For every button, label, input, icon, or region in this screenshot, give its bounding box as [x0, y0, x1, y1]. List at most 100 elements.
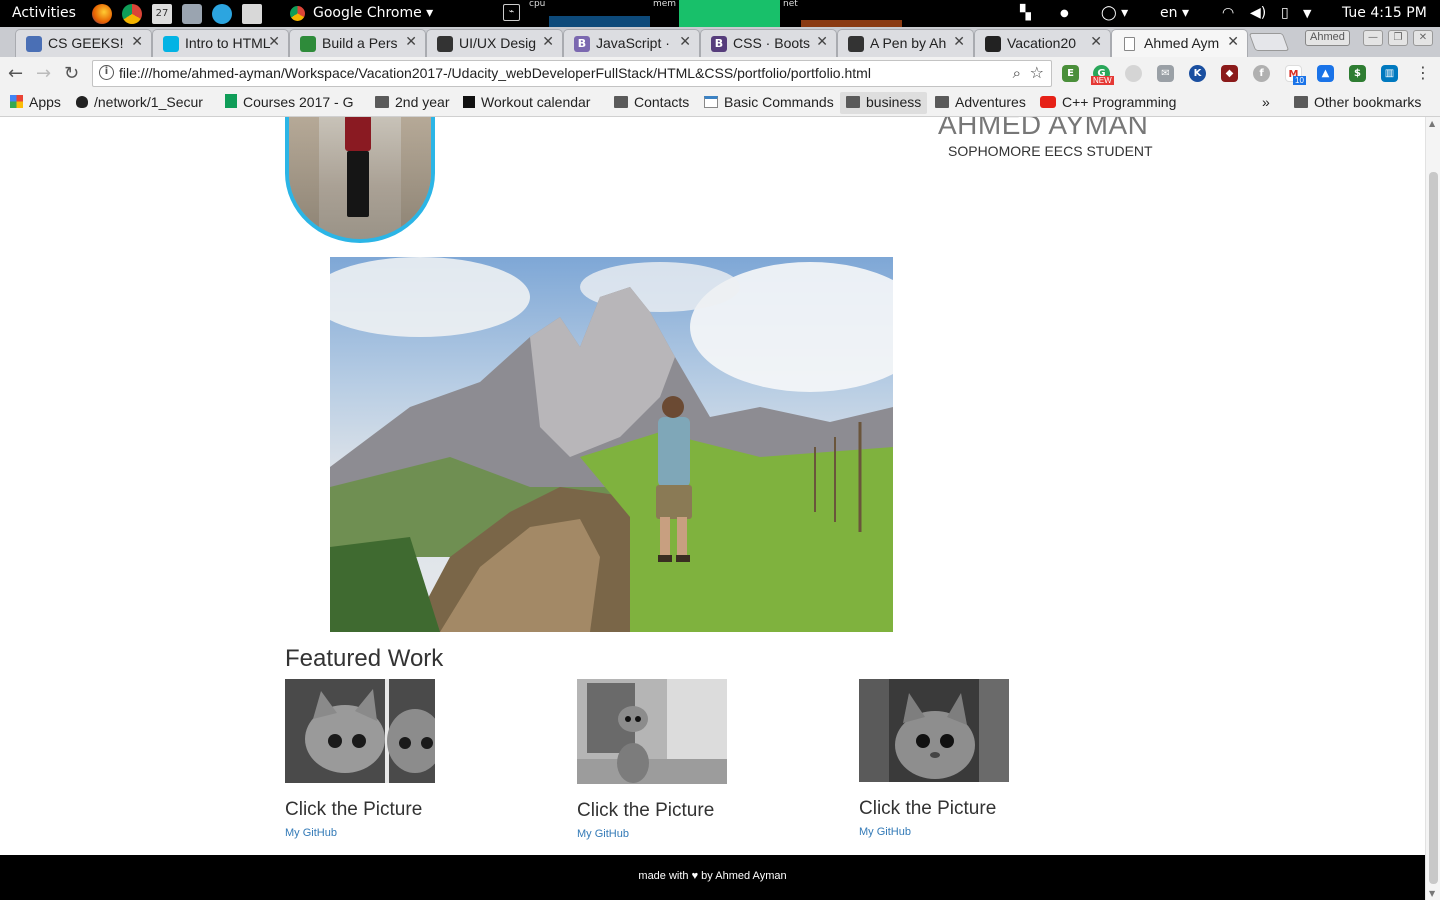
battery-icon[interactable]: ▯: [1281, 5, 1289, 21]
bookmarks-overflow-chevron-icon[interactable]: »: [1256, 92, 1276, 114]
scrollbar-thumb[interactable]: [1429, 172, 1438, 884]
workspace-indicator-icon[interactable]: ▚: [1020, 5, 1031, 21]
bookmark-workout-calendar[interactable]: Workout calendar: [457, 92, 605, 114]
tab-ui-ux-design[interactable]: UI/UX Desig ✕: [426, 29, 563, 57]
scroll-down-arrow-icon[interactable]: ▼: [1429, 889, 1435, 898]
workout-page-icon: [463, 96, 475, 108]
tab-title: CSS · Boots: [733, 35, 811, 51]
tab-favicon-icon: [163, 36, 179, 52]
browser-toolbar: ← → ↻ i file:///home/ahmed-ayman/Workspa…: [0, 57, 1440, 90]
extension-money-icon[interactable]: $: [1349, 65, 1366, 82]
tab-css-bootstrap[interactable]: B CSS · Boots ✕: [700, 29, 837, 57]
tab-favicon-icon: [300, 36, 316, 52]
bookmark-network-security[interactable]: /network/1_Secur: [70, 92, 218, 114]
bookmark-label: /network/1_Secur: [94, 94, 203, 110]
work-github-link[interactable]: My GitHub: [577, 828, 727, 840]
extension-k-icon[interactable]: K: [1189, 65, 1206, 82]
system-menu-chevron-icon[interactable]: ▼: [1303, 7, 1311, 20]
tab-close-icon[interactable]: ✕: [953, 34, 965, 50]
app-menu[interactable]: Google Chrome ▾: [313, 5, 433, 21]
address-bar-url[interactable]: file:///home/ahmed-ayman/Workspace/Vacat…: [119, 65, 871, 81]
tab-close-icon[interactable]: ✕: [1227, 34, 1239, 50]
hero-illustration: [330, 257, 893, 632]
chrome-icon[interactable]: [122, 4, 142, 24]
tab-close-icon[interactable]: ✕: [1090, 34, 1102, 50]
tab-close-icon[interactable]: ✕: [816, 34, 828, 50]
clock[interactable]: Tue 4:15 PM: [1342, 5, 1427, 21]
tab-cs-geeks[interactable]: CS GEEKS! ✕: [15, 29, 152, 57]
bookmark-label: Workout calendar: [481, 94, 591, 110]
work-thumbnail-kitten-sitting[interactable]: [577, 679, 727, 784]
tab-close-icon[interactable]: ✕: [542, 34, 554, 50]
bookmark-basic-commands[interactable]: Basic Commands: [698, 92, 840, 114]
gmail-unread-badge: 10: [1293, 76, 1306, 85]
bookmark-courses-2017[interactable]: Courses 2017 - G: [219, 92, 367, 114]
network-monitor[interactable]: net: [783, 0, 902, 27]
extension-evernote-icon[interactable]: E: [1062, 65, 1079, 82]
bookmark-label: Other bookmarks: [1314, 94, 1422, 110]
bookmark-cpp-programming[interactable]: C++ Programming: [1034, 92, 1180, 114]
work-caption: Click the Picture: [285, 799, 423, 820]
bookmark-star-icon[interactable]: ☆: [1030, 63, 1044, 82]
page-info-icon[interactable]: i: [99, 65, 114, 80]
bookmark-folder-contacts[interactable]: Contacts: [608, 92, 695, 114]
work-github-link[interactable]: My GitHub: [859, 826, 1009, 838]
tab-build-a-personal-portfolio[interactable]: Build a Pers ✕: [289, 29, 426, 57]
memory-monitor[interactable]: mem: [653, 0, 780, 27]
work-thumbnail-kittens-mirror[interactable]: [285, 679, 435, 783]
extension-incognito-icon[interactable]: ◆: [1221, 65, 1238, 82]
featured-work-item: Click the Picture My GitHub: [285, 679, 435, 839]
bookmark-folder-2nd-year[interactable]: 2nd year: [369, 92, 455, 114]
tab-intro-to-html[interactable]: Intro to HTML ✕: [152, 29, 289, 57]
tab-ahmed-ayman-portfolio[interactable]: Ahmed Aym ✕: [1111, 29, 1248, 58]
new-tab-button[interactable]: [1248, 33, 1290, 51]
zoom-icon[interactable]: ⌕: [1013, 64, 1021, 82]
scroll-up-arrow-icon[interactable]: ▲: [1429, 119, 1435, 128]
calendar-icon[interactable]: 27: [152, 4, 172, 24]
tab-vacation2017-github[interactable]: Vacation20 ✕: [974, 29, 1111, 57]
telegram-icon[interactable]: [212, 4, 232, 24]
tray-status-icon[interactable]: ●: [1060, 8, 1069, 19]
text-editor-icon[interactable]: [242, 4, 262, 24]
browser-tab-strip: CS GEEKS! ✕ Intro to HTML ✕ Build a Pers…: [0, 27, 1440, 58]
maximize-window-button[interactable]: ❐: [1388, 30, 1408, 46]
forward-button[interactable]: →: [36, 63, 51, 84]
wifi-icon[interactable]: ◠: [1222, 5, 1234, 21]
activities-button[interactable]: Activities: [12, 5, 76, 21]
tab-close-icon[interactable]: ✕: [679, 34, 691, 50]
chrome-menu-icon[interactable]: ⋮: [1415, 63, 1431, 82]
tab-title: JavaScript ·: [596, 35, 670, 51]
extension-f-icon[interactable]: f: [1253, 65, 1270, 82]
extension-inbox-icon[interactable]: ✉: [1157, 65, 1174, 82]
bookmark-label: Apps: [29, 94, 61, 110]
tab-close-icon[interactable]: ✕: [268, 34, 280, 50]
system-monitor-icon[interactable]: ⌁: [503, 4, 520, 21]
cpu-monitor[interactable]: cpu: [529, 0, 650, 27]
circle-menu-icon[interactable]: ◯ ▾: [1101, 5, 1128, 21]
page-scrollbar[interactable]: ▲ ▼: [1425, 117, 1440, 900]
tab-close-icon[interactable]: ✕: [131, 34, 143, 50]
profile-button[interactable]: Ahmed: [1305, 30, 1350, 46]
back-button[interactable]: ←: [8, 63, 23, 84]
work-thumbnail-kitten-portrait[interactable]: [859, 679, 1009, 782]
minimize-window-button[interactable]: —: [1363, 30, 1383, 46]
firefox-icon[interactable]: [92, 4, 112, 24]
work-github-link[interactable]: My GitHub: [285, 827, 435, 839]
reload-button[interactable]: ↻: [64, 63, 79, 84]
extension-notifications-icon[interactable]: ▲: [1317, 65, 1334, 82]
bookmark-other-bookmarks[interactable]: Other bookmarks: [1288, 92, 1427, 114]
input-language-selector[interactable]: en ▾: [1160, 5, 1189, 21]
address-bar[interactable]: i file:///home/ahmed-ayman/Workspace/Vac…: [92, 60, 1052, 87]
extension-trello-icon[interactable]: ▥: [1381, 65, 1398, 82]
tab-a-pen-by-ahmed[interactable]: A Pen by Ah ✕: [837, 29, 974, 57]
close-window-button[interactable]: ✕: [1413, 30, 1433, 46]
extension-disabled-icon[interactable]: [1125, 65, 1142, 82]
bookmark-folder-adventures[interactable]: Adventures: [929, 92, 1032, 114]
screenshot-icon[interactable]: [182, 4, 202, 24]
tab-close-icon[interactable]: ✕: [405, 34, 417, 50]
bookmark-folder-business[interactable]: business: [840, 92, 928, 114]
tab-javascript[interactable]: B JavaScript · ✕: [563, 29, 700, 57]
input-language-label: en: [1160, 5, 1178, 21]
bookmark-apps[interactable]: Apps: [4, 92, 67, 114]
volume-icon[interactable]: ◀): [1250, 5, 1266, 21]
